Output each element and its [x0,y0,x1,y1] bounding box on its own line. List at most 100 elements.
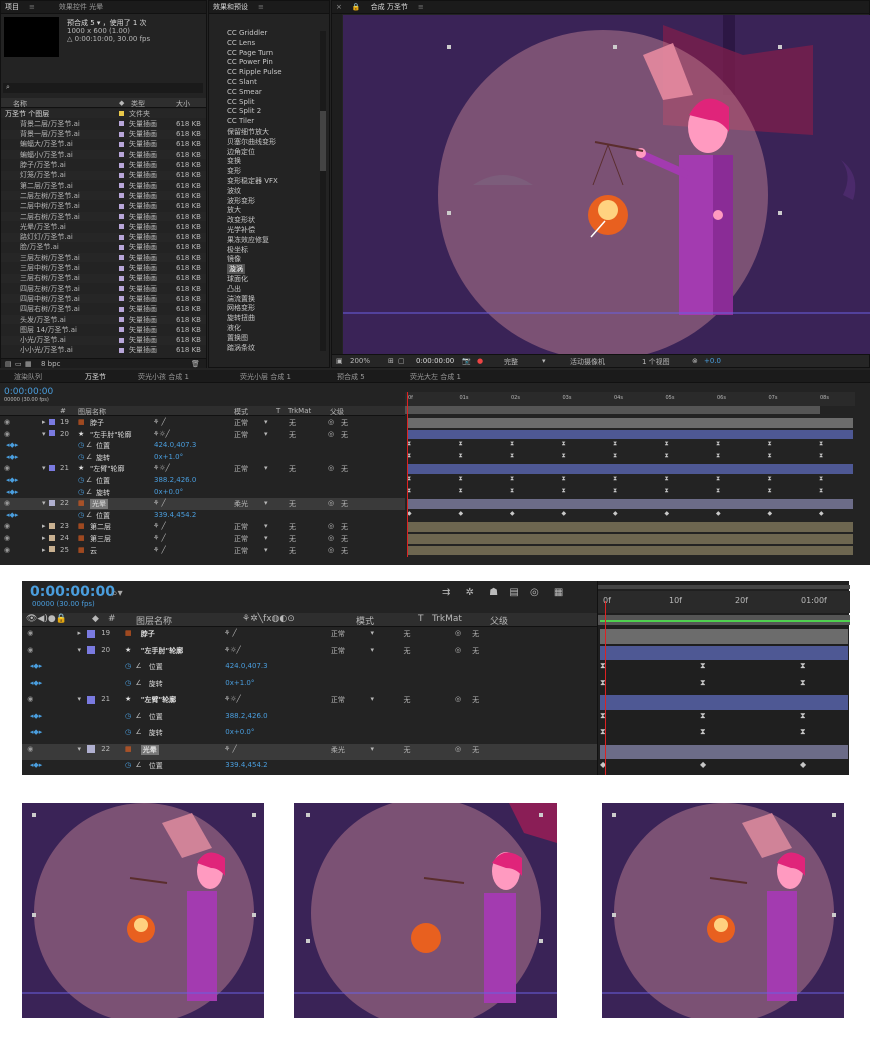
time-navigator[interactable] [598,585,850,589]
chevron-down-icon[interactable]: ▾ [264,464,268,472]
parent-pickwhip-icon[interactable]: ◎ [328,430,334,438]
col-trkmat[interactable]: TrkMat [432,614,462,624]
keyframe-marker[interactable]: ◆ [716,510,721,517]
project-item[interactable]: 三层右树/万圣节.ai 矢量插画 618 KB [1,273,206,283]
project-item[interactable]: 脸/万圣节.ai 矢量插画 618 KB [1,243,206,252]
timeline-tab[interactable]: 荧光小孩 合成 1 [138,372,189,382]
exposure-value[interactable]: +0.0 [704,357,721,365]
label-color-swatch[interactable] [86,646,95,655]
graph-icon[interactable]: ∠ [136,761,142,769]
project-item[interactable]: 蝙蝠大/万圣节.ai 矢量插画 618 KB [1,140,206,149]
current-time-indicator[interactable] [605,601,606,775]
stopwatch-icon[interactable]: ◷ [125,679,131,687]
always-preview-icon[interactable]: ▣ [336,357,343,365]
label-color-swatch[interactable] [49,546,55,553]
layer-switches[interactable]: ⚘ ╱ [224,629,237,637]
keyframe-marker[interactable]: ⧗ [459,440,463,448]
parent-dropdown[interactable]: 无 [472,646,479,656]
effect-item[interactable]: 变形 [227,166,241,176]
layer-row[interactable]: ◉ ▸ 19 ▦ 脖子 ⚘ ╱ 正常 ▾ 无 ◎ 无 [22,628,597,645]
property-row[interactable]: ◂◆▸ ◷ ∠ 位置 339.4,454.2 [22,760,597,775]
layer-switches[interactable]: ⚘ ╱ [224,745,237,753]
motion-blur-icon[interactable]: ◎ [530,587,539,598]
keyframe-marker[interactable]: ◆ [768,510,773,517]
project-item[interactable]: 四层左树/万圣节.ai 矢量插画 618 KB [1,284,206,293]
time-ruler[interactable]: 0f 01s 02s 03s 04s 05s 06s 07s 08s [405,392,855,406]
bpc-button[interactable]: 8 bpc [41,360,60,368]
project-item[interactable]: 蝙蝠小/万圣节.ai 矢量插画 618 KB [1,150,206,160]
draft-3d-icon[interactable]: ✲ [466,587,474,598]
parent-pickwhip-icon[interactable]: ◎ [455,646,461,654]
layer-name[interactable]: 脖子 [90,418,104,428]
shy-icon[interactable]: ☗ [489,587,498,598]
col-parent[interactable]: 父级 [490,614,508,627]
label-color-swatch[interactable] [119,275,124,281]
keyframe-nav-icon[interactable]: ◂◆▸ [30,679,42,687]
layer-duration-bar[interactable] [600,645,848,660]
keyframe-marker[interactable]: ⧗ [768,452,772,460]
parent-pickwhip-icon[interactable]: ◎ [455,695,461,703]
property-row[interactable]: ◂◆▸ ◷ ∠ 旋转 0x+0.0° [0,487,405,499]
parent-pickwhip-icon[interactable]: ◎ [328,499,334,507]
keyframe-marker[interactable]: ⧗ [665,487,669,495]
twirl-chevron-icon[interactable]: ▸ [42,534,46,542]
timeline-tab[interactable]: 荧光小层 合成 1 [240,372,291,382]
delete-icon[interactable]: 🗑 [191,360,200,368]
parent-pickwhip-icon[interactable]: ◎ [328,546,334,554]
keyframe-marker[interactable]: ⧗ [700,727,706,737]
layer-switches[interactable]: ⚘ ╱ [153,546,166,554]
new-folder-icon[interactable]: ▭ [15,360,22,368]
keyframe-marker[interactable]: ◆ [459,510,464,517]
graph-editor-icon[interactable]: ▦ [554,587,563,598]
twirl-chevron-icon[interactable]: ▾ [77,745,81,753]
col-mode[interactable]: 模式 [356,614,374,627]
effect-item[interactable]: CC Split [227,98,255,108]
project-item[interactable]: 灯笼/万圣节.ai 矢量插画 618 KB [1,170,206,180]
menu-icon[interactable]: ≡ [258,3,264,11]
label-color-swatch[interactable] [119,306,124,312]
effect-item[interactable]: CC Lens [227,39,255,49]
parent-pickwhip-icon[interactable]: ◎ [328,464,334,472]
label-color-swatch[interactable] [119,193,124,199]
effect-item[interactable]: 放大 [227,205,241,215]
stopwatch-icon[interactable]: ◷ [78,476,84,484]
stopwatch-icon[interactable]: ◷ [125,761,131,769]
keyframe-marker[interactable]: ⧗ [800,711,806,721]
project-item[interactable]: 路灯灯/万圣节.ai 矢量插画 618 KB [1,232,206,242]
property-row[interactable]: ◂◆▸ ◷ ∠ 旋转 0x+0.0° [22,727,597,744]
keyframe-marker[interactable]: ⧗ [665,475,669,483]
mask-icon[interactable]: ▢ [398,357,405,365]
label-color-swatch[interactable] [119,347,124,353]
layer-name[interactable]: 第二层 [90,522,111,532]
keyframe-marker[interactable]: ⧗ [665,440,669,448]
chevron-down-icon[interactable]: ▾ [264,546,268,554]
trkmat-dropdown[interactable]: 无 [289,522,296,532]
keyframe-marker[interactable]: ⧗ [716,475,720,483]
label-color-swatch[interactable] [49,418,55,425]
zoom-timecode[interactable]: 0:00:00:00 [30,584,115,600]
keyframe-nav-icon[interactable]: ◂◆▸ [30,712,42,720]
keyframe-marker[interactable]: ⧗ [459,487,463,495]
project-item[interactable]: 头发/万圣节.ai 矢量插画 618 KB [1,315,206,325]
parent-dropdown[interactable]: 无 [472,745,479,755]
keyframe-marker[interactable]: ⧗ [562,452,566,460]
keyframe-marker[interactable]: ⧗ [700,661,706,671]
blend-mode-dropdown[interactable]: 正常 [234,418,248,428]
label-color-swatch[interactable] [119,203,124,209]
eye-icon[interactable]: ◉ [4,499,10,507]
project-item[interactable]: 四层中树/万圣节.ai 矢量插画 618 KB [1,294,206,304]
stopwatch-icon[interactable]: ◷ [125,728,131,736]
keyframe-marker[interactable]: ⧗ [800,727,806,737]
project-item[interactable]: 三层左树/万圣节.ai 矢量插画 618 KB [1,253,206,263]
layer-duration-bar[interactable] [407,522,853,532]
keyframe-marker[interactable]: ⧗ [700,711,706,721]
twirl-chevron-icon[interactable]: ▾ [42,499,46,507]
twirl-chevron-icon[interactable]: ▾ [42,464,46,472]
stopwatch-icon[interactable]: ◷ [125,712,131,720]
label-color-swatch[interactable] [49,430,55,437]
col-size[interactable]: 大小 [176,99,190,109]
trkmat-dropdown[interactable]: 无 [403,646,410,656]
chevron-down-icon[interactable]: ▾ [264,418,268,426]
effect-item[interactable]: 漩涡 [227,264,245,274]
effect-item[interactable]: 极坐标 [227,245,248,255]
